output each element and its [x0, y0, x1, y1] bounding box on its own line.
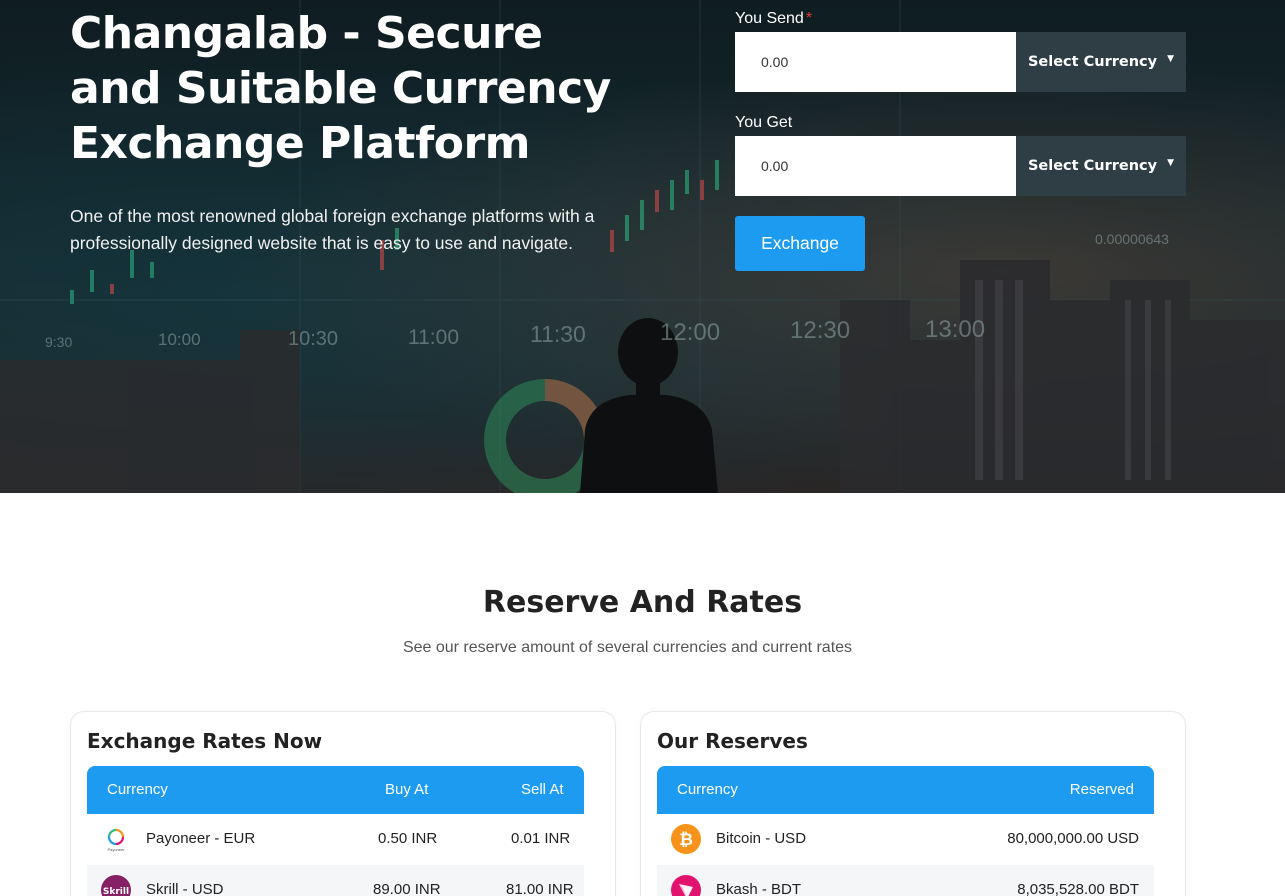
- send-field-row: Select Currency ▼: [735, 32, 1186, 92]
- skrill-icon: Skrill: [101, 875, 131, 896]
- reserve-amount: 8,035,528.00 BDT: [1017, 881, 1139, 896]
- exchange-rates-card: Exchange Rates Now Currency Buy At Sell …: [70, 711, 616, 896]
- reserves-title: Our Reserves: [657, 729, 808, 753]
- bg-price-label: 0.00000643: [1095, 231, 1169, 247]
- bitcoin-icon: ₿: [671, 824, 701, 854]
- col-reserved-header: Reserved: [1069, 781, 1134, 798]
- bg-tick-label: 11:00: [408, 326, 459, 349]
- hero-banner: 9:30 10:00 10:30 11:00 11:30 12:00 12:30…: [0, 0, 1285, 493]
- skrill-logo-text: Skrill: [103, 887, 129, 896]
- col-buy-header: Buy At: [385, 781, 429, 798]
- svg-text:₿: ₿: [679, 830, 693, 850]
- reserves-table-header: Currency Reserved: [657, 766, 1154, 814]
- send-currency-label: Select Currency: [1027, 54, 1158, 70]
- hero-description: One of the most renowned global foreign …: [70, 206, 595, 253]
- chevron-down-icon: ▼: [1167, 54, 1175, 64]
- rates-table-header: Currency Buy At Sell At: [87, 766, 584, 814]
- currency-name: Bitcoin - USD: [716, 830, 807, 847]
- bkash-icon: [671, 875, 701, 896]
- currency-name: Payoneer - EUR: [146, 830, 256, 847]
- table-row: ₿ Bitcoin - USD 80,000,000.00 USD: [657, 814, 1154, 865]
- get-currency-select[interactable]: Select Currency ▼: [1016, 136, 1186, 196]
- send-label-text: You Send: [735, 10, 804, 27]
- send-currency-select[interactable]: Select Currency ▼: [1016, 32, 1186, 92]
- get-field-row: Select Currency ▼: [735, 136, 1186, 196]
- bg-tick-label: 11:30: [530, 321, 586, 347]
- hero-title: Changalab - Secure and Suitable Currency…: [70, 8, 611, 169]
- buy-rate: 0.50 INR: [378, 830, 438, 847]
- required-mark: *: [805, 10, 813, 27]
- sell-rate: 81.00 INR: [506, 881, 574, 896]
- bg-tick-label: 9:30: [45, 334, 72, 350]
- bg-tick-label: 10:00: [158, 330, 201, 349]
- bg-tick-label: 12:30: [790, 317, 850, 344]
- exchange-button[interactable]: Exchange: [735, 216, 865, 271]
- buy-rate: 89.00 INR: [373, 881, 441, 896]
- table-row: Payoneer Payoneer - EUR 0.50 INR 0.01 IN…: [87, 814, 584, 865]
- get-amount-input[interactable]: [735, 136, 1016, 196]
- send-label: You Send *: [735, 10, 812, 28]
- get-label: You Get: [735, 114, 793, 131]
- col-currency-header: Currency: [677, 781, 738, 798]
- bg-tick-label: 10:30: [288, 328, 338, 350]
- payoneer-logo-text: Payoneer: [107, 847, 125, 852]
- col-sell-header: Sell At: [521, 781, 564, 798]
- exchange-rates-title: Exchange Rates Now: [87, 729, 323, 753]
- payoneer-icon: Payoneer: [101, 824, 131, 854]
- col-currency-header: Currency: [107, 781, 168, 798]
- reserve-amount: 80,000,000.00 USD: [1007, 830, 1139, 847]
- chevron-down-icon: ▼: [1167, 158, 1175, 168]
- bg-tick-label: 12:00: [660, 319, 720, 346]
- table-row: Bkash - BDT 8,035,528.00 BDT: [657, 865, 1154, 896]
- currency-name: Skrill - USD: [146, 881, 224, 896]
- sell-rate: 0.01 INR: [511, 830, 571, 847]
- get-currency-label: Select Currency: [1027, 158, 1158, 174]
- bg-tick-label: 13:00: [925, 316, 985, 343]
- currency-name: Bkash - BDT: [716, 881, 802, 896]
- section-subtitle: See our reserve amount of several curren…: [402, 639, 853, 656]
- table-row: Skrill Skrill - USD 89.00 INR 81.00 INR: [87, 865, 584, 896]
- send-amount-input[interactable]: [735, 32, 1016, 92]
- reserves-card: Our Reserves Currency Reserved ₿ Bitcoin…: [640, 711, 1186, 896]
- section-title: Reserve And Rates: [482, 585, 803, 620]
